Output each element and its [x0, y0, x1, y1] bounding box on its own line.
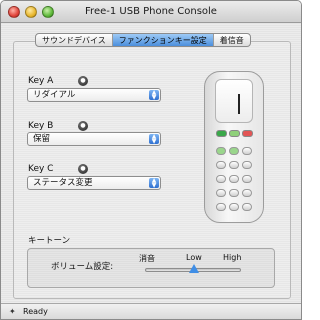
phone-screen	[215, 79, 253, 123]
status-icon: ✦	[9, 307, 16, 316]
phone-key	[216, 189, 226, 197]
key-a-label: Key A	[28, 76, 54, 86]
phone-hangup-icon	[242, 130, 253, 137]
phone-key	[242, 189, 252, 197]
info-icon[interactable]: ●	[78, 164, 88, 174]
volume-setting-label: ボリューム設定:	[51, 262, 114, 272]
phone-key	[229, 175, 239, 183]
key-b-value: 保留	[33, 134, 51, 144]
info-icon[interactable]: ●	[78, 76, 88, 86]
phone-key	[229, 189, 239, 197]
phone-key	[229, 161, 239, 169]
phone-hold-icon	[229, 130, 240, 137]
tab-ringtone[interactable]: 着信音	[214, 34, 250, 46]
phone-illustration	[204, 71, 264, 223]
key-c-label: Key C	[28, 164, 54, 174]
tick-label-high: High	[223, 253, 242, 262]
key-tone-group-label: キートーン	[28, 236, 71, 246]
chevron-up-down-icon: ▲ ▼	[149, 178, 159, 189]
key-b-select[interactable]: 保留 ▲ ▼	[27, 132, 161, 146]
key-c-value: ステータス変更	[33, 178, 93, 188]
phone-led	[238, 94, 240, 114]
status-text: Ready	[23, 307, 48, 316]
phone-key	[216, 147, 226, 155]
phone-key	[216, 175, 226, 183]
phone-key	[242, 203, 252, 211]
tab-function-key-settings[interactable]: ファンクションキー設定	[112, 34, 214, 46]
tab-bar: サウンドデバイス ファンクションキー設定 着信音	[35, 33, 251, 47]
phone-key	[216, 161, 226, 169]
window-title: Free-1 USB Phone Console	[85, 6, 217, 17]
title-bar: Free-1 USB Phone Console	[1, 1, 301, 23]
tick-label-mute: 消音	[139, 254, 155, 263]
phone-key	[242, 175, 252, 183]
phone-call-icon	[216, 130, 227, 137]
app-window: Free-1 USB Phone Console サウンドデバイス ファンクショ…	[0, 0, 302, 320]
key-c-select[interactable]: ステータス変更 ▲ ▼	[27, 176, 161, 190]
volume-slider-thumb[interactable]	[189, 264, 199, 273]
key-a-select[interactable]: リダイアル ▲ ▼	[27, 88, 161, 102]
tab-sound-device[interactable]: サウンドデバイス	[36, 34, 113, 46]
chevron-up-down-icon: ▲ ▼	[149, 134, 159, 145]
phone-key	[216, 203, 226, 211]
tick-label-low: Low	[186, 253, 202, 262]
phone-key	[242, 147, 252, 155]
info-icon[interactable]: ●	[78, 121, 88, 131]
chevron-up-down-icon: ▲ ▼	[149, 90, 159, 101]
phone-key	[229, 147, 239, 155]
phone-key	[242, 161, 252, 169]
phone-key	[229, 203, 239, 211]
key-a-value: リダイアル	[33, 90, 76, 100]
key-b-label: Key B	[28, 121, 54, 131]
status-bar: ✦ Ready	[1, 303, 301, 319]
